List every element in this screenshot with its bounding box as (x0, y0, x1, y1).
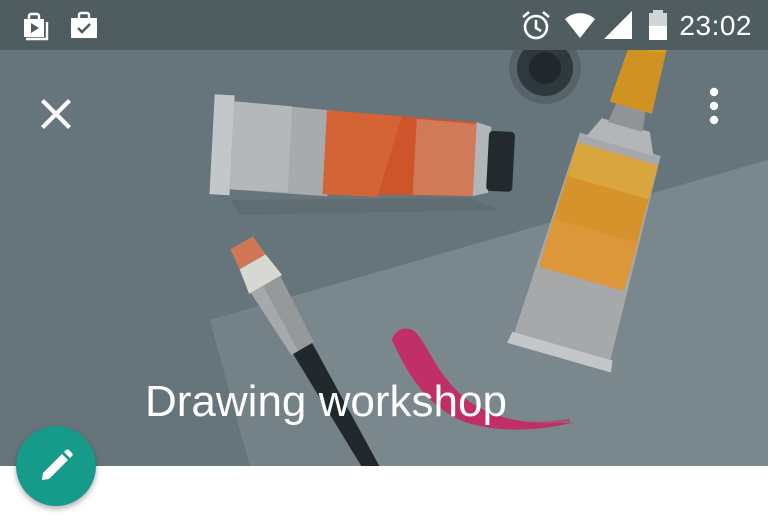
edit-event-button[interactable] (16, 426, 96, 506)
cell-signal-icon (604, 11, 632, 39)
event-detail-screen: 23:02 Drawing workshop (0, 0, 768, 526)
wifi-icon (565, 13, 595, 38)
play-store-icon (24, 12, 49, 41)
work-briefcase-check-icon (71, 11, 97, 38)
battery-icon (649, 10, 667, 40)
more-options-button[interactable] (690, 80, 738, 136)
close-button[interactable] (28, 86, 84, 142)
event-title: Drawing workshop (145, 377, 507, 426)
alarm-icon (522, 11, 550, 40)
close-icon (41, 99, 71, 129)
event-header: Drawing workshop (0, 50, 768, 466)
status-bar: 23:02 (0, 0, 768, 50)
more-vertical-icon (709, 87, 719, 125)
pencil-icon (42, 449, 73, 480)
status-time: 23:02 (679, 10, 752, 41)
